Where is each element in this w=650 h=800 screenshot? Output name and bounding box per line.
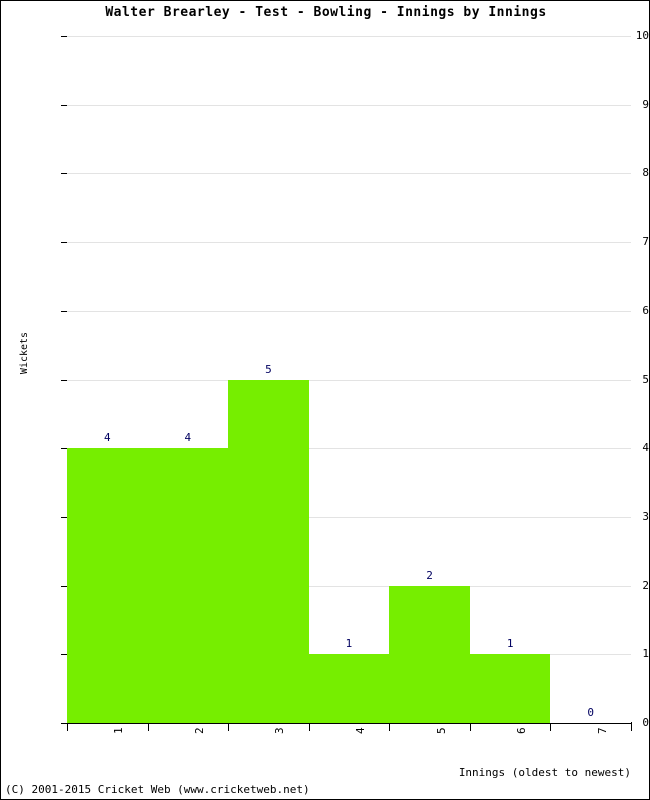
bar-value-label: 1 — [345, 637, 353, 651]
gridline — [67, 173, 631, 175]
bar-value-label: 4 — [184, 431, 192, 445]
x-tick-mark — [228, 724, 230, 731]
x-tick-mark — [389, 724, 391, 731]
bar-value-label: 5 — [265, 362, 272, 376]
x-tick-label: 1 — [112, 727, 126, 734]
bar-value-label: 1 — [506, 637, 514, 651]
gridline — [67, 310, 631, 312]
x-tick-mark — [308, 724, 310, 731]
gridline — [67, 104, 631, 106]
plot-area: 4 4 5 1 2 1 0 — [67, 36, 631, 723]
gridline — [67, 36, 631, 37]
page-title: Walter Brearley - Test - Bowling - Innin… — [105, 5, 547, 20]
bar[interactable] — [308, 654, 390, 723]
bar[interactable] — [228, 379, 309, 723]
x-tick-mark — [67, 724, 68, 731]
x-tick-label: 3 — [273, 727, 287, 734]
x-tick-label: 2 — [192, 727, 206, 734]
x-tick-mark — [631, 724, 632, 731]
gridline — [67, 379, 631, 381]
bar[interactable] — [67, 448, 148, 723]
x-axis-title: Innings (oldest to newest) — [458, 766, 631, 779]
bar[interactable] — [389, 585, 470, 723]
x-tick-mark — [147, 724, 149, 731]
x-tick-label: 5 — [434, 727, 448, 734]
bar-value-label: 4 — [103, 431, 111, 445]
x-tick-label: 4 — [354, 727, 367, 734]
gridline — [67, 242, 631, 244]
x-tick-label: 6 — [515, 727, 529, 734]
x-tick-mark — [550, 724, 552, 731]
copyright-notice: (C) 2001-2015 Cricket Web (www.cricketwe… — [5, 783, 310, 796]
x-tick-label: 7 — [595, 727, 609, 734]
bar-value-label: 2 — [426, 568, 433, 582]
bar-value-label: 0 — [587, 706, 595, 719]
y-axis-title: Wickets — [19, 331, 30, 375]
x-tick-mark — [469, 724, 471, 731]
chart-page: Walter Brearley - Test - Bowling - Innin… — [0, 0, 650, 800]
bar[interactable] — [147, 448, 229, 723]
bar[interactable] — [469, 654, 551, 723]
